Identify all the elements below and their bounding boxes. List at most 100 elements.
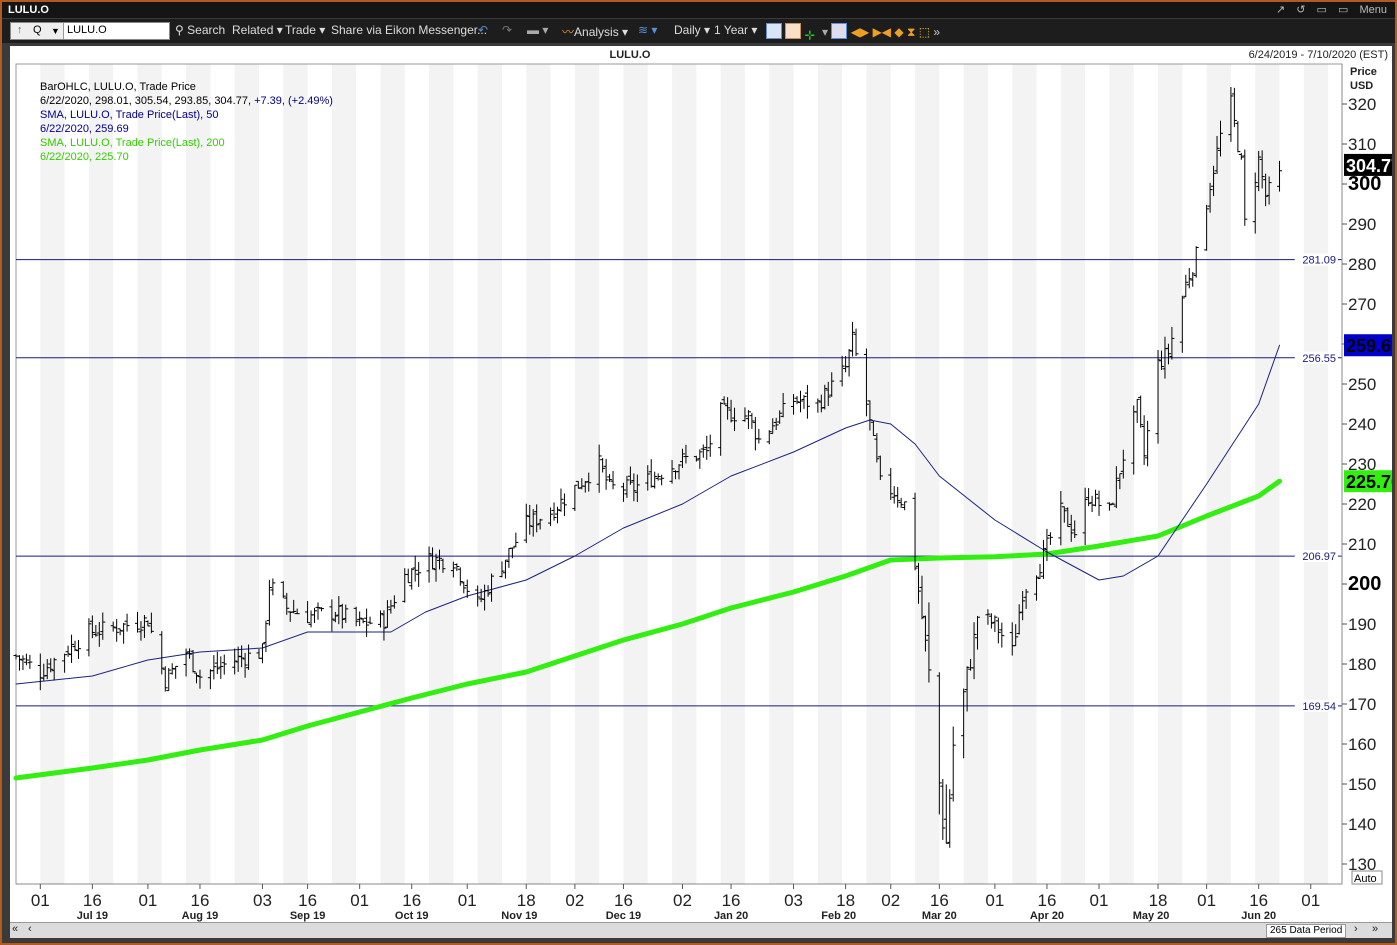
line-chart-icon[interactable] — [766, 23, 782, 39]
time-axis[interactable]: 01 16 01 16 03 16 01 16 01 18 02 16 02 16 03 18 02 16 01 16… — [16, 883, 1342, 922]
ohlc-bar — [69, 634, 75, 663]
price-badge-label: 259.69 — [1346, 336, 1392, 356]
zoom-icon[interactable] — [831, 23, 848, 39]
restore-icon[interactable]: ▭ — [1317, 4, 1327, 16]
undo-icon[interactable]: ↶ — [478, 23, 488, 37]
ohlc-bar — [992, 615, 998, 632]
more-icon[interactable]: » — [933, 25, 940, 39]
time-tick-label: 18 — [1149, 891, 1168, 910]
search-icon: ⚲ — [175, 23, 184, 37]
month-label: Feb 20 — [821, 910, 856, 922]
ohlc-bar — [1190, 272, 1196, 287]
price-tick-label: 220 — [1348, 495, 1376, 514]
scroll-right-icon[interactable]: › — [1354, 923, 1358, 935]
time-tick-label: 03 — [253, 891, 272, 910]
data-period-label[interactable]: 265 Data Period — [1266, 924, 1347, 938]
ohlc-bar — [1183, 274, 1189, 298]
interval-menu[interactable]: Daily ▾ — [674, 23, 710, 37]
date-range: 6/24/2019 - 7/10/2020 (EST) — [1249, 49, 1388, 61]
ohlc-bar — [1138, 395, 1144, 428]
price-tick-label: 250 — [1348, 375, 1376, 394]
time-tick-label: 02 — [565, 891, 584, 910]
price-badge-label: 304.77 — [1346, 156, 1392, 176]
analysis-menu[interactable]: 〰Analysis ▾ — [562, 23, 628, 40]
related-label: Related — [232, 23, 274, 37]
related-menu[interactable]: Related ▾ — [232, 23, 283, 37]
quote-mode-dropdown[interactable]: ↑ Q ▼ — [11, 23, 64, 39]
legend-line: 6/22/2020, 259.69 — [40, 123, 129, 135]
scale-icon[interactable]: ◆ — [894, 25, 903, 39]
price-badge-label: 225.70 — [1346, 472, 1392, 492]
ohlc-bar — [648, 459, 654, 488]
ohlc-bar — [166, 668, 172, 692]
toolbar: ↑ Q ▼ LULU.O ⚲ Search Related ▾ Trade ▾ … — [2, 19, 1395, 43]
ohlc-bar — [367, 616, 373, 625]
ohlc-bar — [506, 548, 512, 568]
chart-panel[interactable]: 281.09 256.55 206.97 169.54 130 140 150 160 170… — [10, 46, 1397, 922]
popout-icon[interactable]: ↗ — [1276, 4, 1285, 16]
ohlc-bar — [162, 666, 168, 692]
month-label: Sep 19 — [290, 910, 325, 922]
ric-entry[interactable]: ↑ Q ▼ LULU.O — [10, 22, 170, 40]
crosshair-icon[interactable]: ⊹ — [805, 28, 819, 42]
scroll-end-icon[interactable]: » — [1372, 923, 1378, 935]
ohlc-bar — [509, 547, 515, 559]
ohlc-bar — [850, 321, 856, 357]
price-tick-label: 270 — [1348, 295, 1376, 314]
price-chart[interactable]: 281.09256.55206.97169.54 130140150160170… — [10, 46, 1397, 922]
period-menu[interactable]: 1 Year ▾ — [714, 23, 757, 37]
chart-tools: ⊹ ▾ ◀▶ ▶◀ ◆ ⧗ ⬚ » — [766, 23, 940, 42]
time-tick-label: 16 — [930, 891, 949, 910]
scroll-left-icon[interactable]: ◀▶ — [851, 25, 869, 39]
time-tick-label: 01 — [1090, 891, 1109, 910]
scroll-start-icon[interactable]: « — [12, 923, 18, 935]
ric-input[interactable]: LULU.O — [67, 24, 107, 36]
time-tick-label: 01 — [350, 891, 369, 910]
ohlc-bar — [555, 506, 561, 524]
time-tick-label: 16 — [83, 891, 102, 910]
price-tick-label: 180 — [1348, 655, 1376, 674]
ohlc-bar — [898, 497, 904, 509]
refresh-icon[interactable]: ↺ — [1296, 4, 1305, 16]
month-label: Jun 20 — [1241, 910, 1276, 922]
overlay-icon[interactable]: ≋ ▾ — [638, 23, 657, 37]
price-tick-label: 290 — [1348, 215, 1376, 234]
price-tick-label: 280 — [1348, 255, 1376, 274]
ohlc-bar — [745, 410, 751, 430]
ohlc-bar — [752, 416, 758, 451]
price-tick-label: 210 — [1348, 535, 1376, 554]
search-button[interactable]: ⚲ Search — [175, 23, 225, 37]
time-tick-label: 16 — [402, 891, 421, 910]
time-tick-label: 18 — [517, 891, 536, 910]
time-tick-label: 01 — [458, 891, 477, 910]
month-label: Jul 19 — [77, 910, 108, 922]
week-band — [574, 64, 600, 884]
ohlc-bar — [121, 622, 127, 644]
scroll-left-icon[interactable]: ‹ — [28, 923, 32, 935]
ohlc-bar — [749, 413, 755, 429]
time-scrollbar[interactable]: « ‹ 265 Data Period › » — [10, 922, 1392, 938]
folder-icon[interactable]: ▬ ▾ — [527, 23, 548, 37]
redo-icon[interactable]: ↷ — [502, 23, 512, 37]
menu-button[interactable]: ▭ Menu — [1338, 4, 1387, 16]
ohlc-bar — [124, 613, 130, 632]
ohlc-bar — [211, 655, 217, 680]
share-button[interactable]: Share via Eikon Messenger... — [331, 23, 487, 37]
ohlc-bar — [697, 449, 703, 469]
fit-icon[interactable]: ▶◀ — [873, 25, 891, 39]
ohlc-bar — [1145, 420, 1151, 467]
price-tick-label: 200 — [1348, 573, 1381, 595]
week-band — [817, 64, 843, 884]
ohlc-bar — [999, 622, 1005, 648]
trade-menu[interactable]: Trade ▾ — [285, 23, 325, 37]
menu-label: Menu — [1359, 4, 1387, 16]
month-label: Dec 19 — [606, 910, 641, 922]
ohlc-bar — [558, 488, 564, 512]
select-icon[interactable]: ⬚ — [919, 25, 930, 39]
price-axis[interactable]: 1301401501601701801902002102202302402502… — [1341, 64, 1397, 885]
hourglass-icon[interactable]: ⧗ — [907, 25, 915, 39]
compare-icon[interactable] — [785, 23, 802, 39]
ohlc-bar — [846, 349, 852, 377]
week-band — [1012, 64, 1037, 884]
horizontal-line-label: 206.97 — [1302, 551, 1336, 563]
